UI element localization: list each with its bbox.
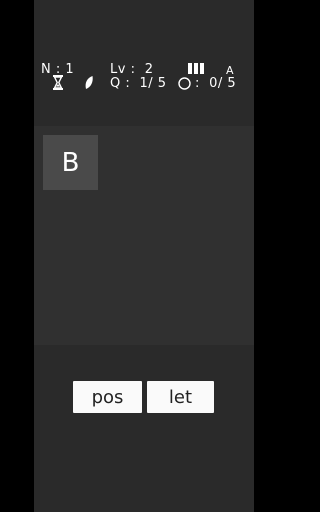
circle-icon xyxy=(178,77,191,90)
game-board: B xyxy=(34,126,254,345)
position-match-button[interactable]: pos xyxy=(73,381,142,413)
hourglass-icon xyxy=(53,75,63,90)
question-progress: Q : 1/ 5 xyxy=(110,76,167,91)
correct-score: : 0/ 5 xyxy=(195,76,237,91)
columns-icon xyxy=(188,63,204,74)
leaf-icon xyxy=(85,76,93,89)
stimulus-tile: B xyxy=(43,135,98,190)
letter-match-button[interactable]: let xyxy=(147,381,214,413)
game-level: Lv : 2 xyxy=(110,62,154,77)
